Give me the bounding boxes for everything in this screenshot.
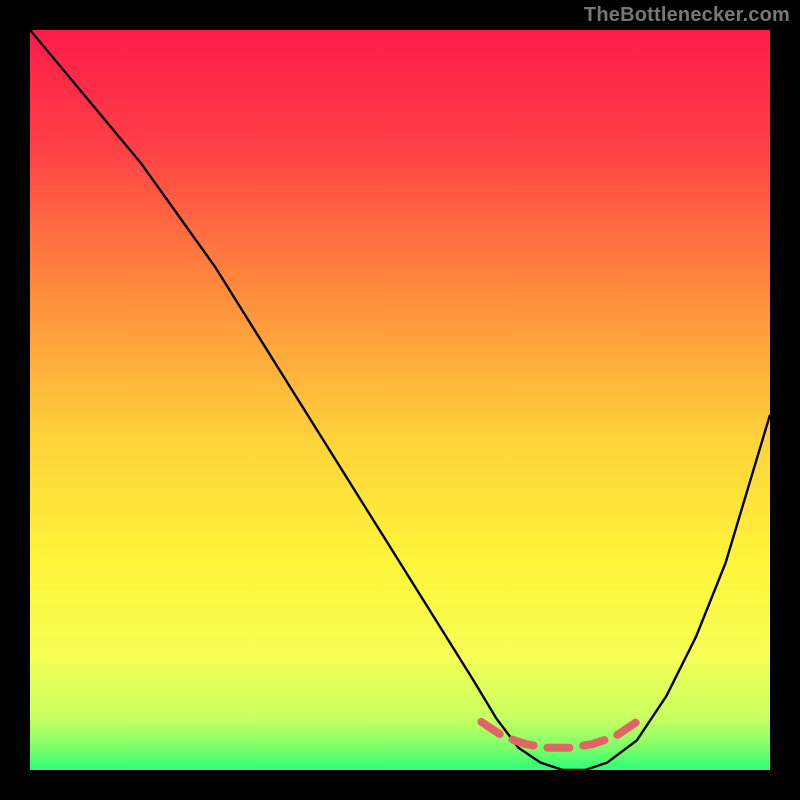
gradient-background <box>30 30 770 770</box>
chart-stage: TheBottlenecker.com <box>0 0 800 800</box>
bottleneck-chart <box>0 0 800 800</box>
